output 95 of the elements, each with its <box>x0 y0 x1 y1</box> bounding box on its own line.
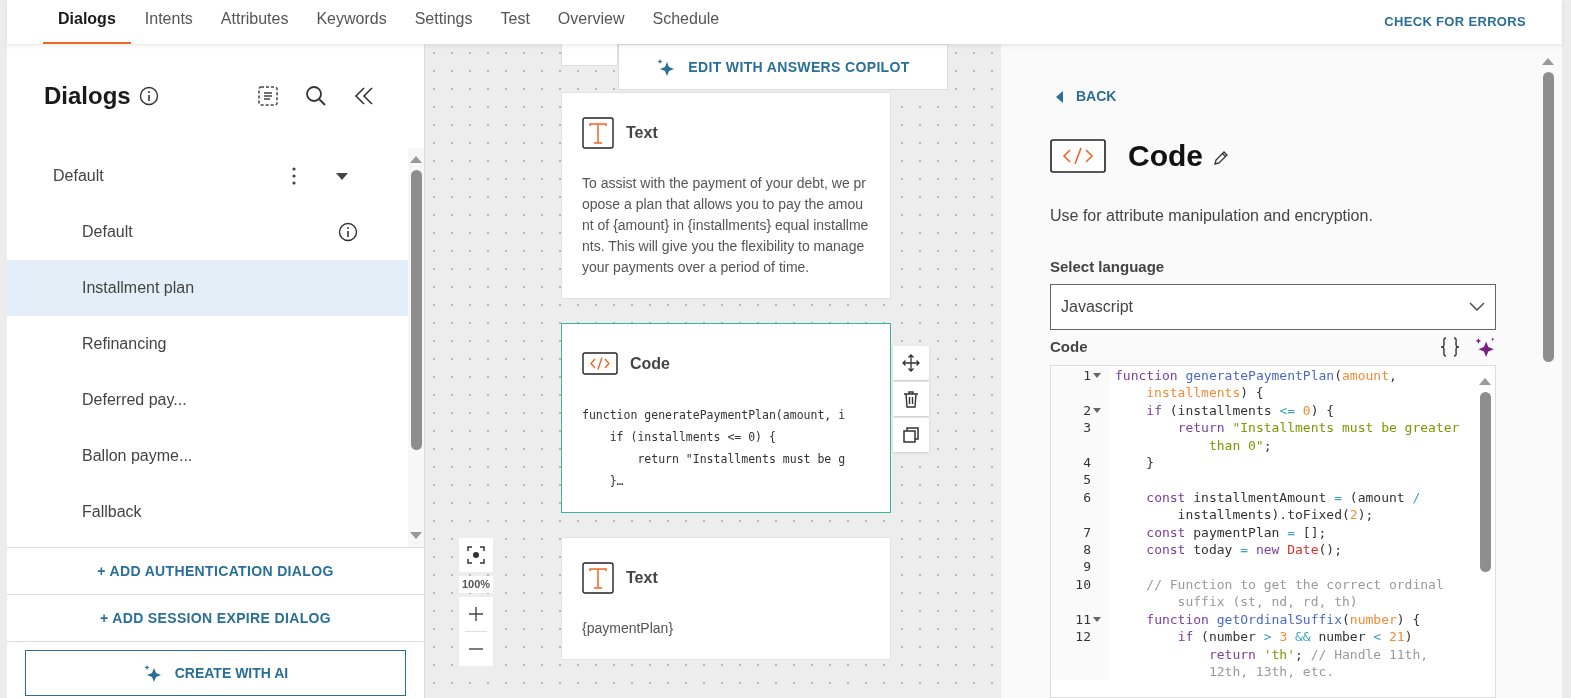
check-errors-button[interactable]: CHECK FOR ERRORS <box>1384 12 1526 32</box>
caret-icon[interactable] <box>336 172 348 180</box>
fold-icon[interactable] <box>1093 373 1101 379</box>
node-title: Text <box>626 123 658 143</box>
dialog-item[interactable]: Installment plan <box>7 260 408 316</box>
info-icon[interactable] <box>338 222 358 242</box>
line-number: 7 <box>1083 523 1091 542</box>
dialog-item[interactable]: Fallback <box>7 484 408 540</box>
field-label: Select language <box>1050 257 1166 277</box>
nav-tab[interactable]: Overview <box>543 5 639 44</box>
line-number: 1 <box>1083 367 1091 385</box>
move-icon[interactable] <box>893 346 929 380</box>
scroll-up-icon[interactable] <box>1478 376 1492 386</box>
dialog-item[interactable]: Deferred pay... <box>7 372 408 428</box>
line-number: 4 <box>1083 454 1091 472</box>
nav-tab[interactable]: Attributes <box>206 5 303 44</box>
dialog-label: Installment plan <box>82 278 196 298</box>
line-number: 3 <box>1083 419 1091 437</box>
node-card[interactable]: Code function generatePaymentPlan(amount, i if (installments <= 0) { return "Installments must be g }… <box>561 323 891 513</box>
node-title: Code <box>630 354 670 374</box>
dialog-label: Deferred pay... <box>82 390 188 410</box>
node-text: {paymentPlan} <box>582 619 675 638</box>
dialog-item[interactable]: Default <box>7 204 408 260</box>
info-icon[interactable] <box>138 86 159 106</box>
code-line: const today = new Date(); <box>1145 541 1343 559</box>
scroll-up-icon[interactable] <box>409 154 423 164</box>
trash-icon[interactable] <box>893 382 929 416</box>
language-dropdown[interactable]: Javascript <box>1050 283 1496 330</box>
node-card[interactable] <box>561 44 618 66</box>
fit-view-icon[interactable] <box>459 538 493 572</box>
node-title: Text <box>626 568 658 588</box>
dialog-label: Refinancing <box>82 334 168 354</box>
scrollbar-thumb[interactable] <box>410 170 422 450</box>
nav-tab[interactable]: Settings <box>400 5 487 44</box>
code-icon <box>1050 138 1106 173</box>
code-line: } <box>1145 454 1156 472</box>
fold-icon[interactable] <box>1093 616 1101 622</box>
add-dialog-button[interactable]: + ADD SESSION EXPIRE DIALOG <box>7 595 424 642</box>
panel-title: Code <box>1128 138 1203 174</box>
code-line: function generatePaymentPlan(amount, installments) { <box>1114 367 1398 402</box>
dialog-label: Default <box>82 222 134 242</box>
search-icon[interactable] <box>304 84 328 108</box>
list-icon[interactable] <box>256 84 280 108</box>
dialog-item[interactable]: Ballon payme... <box>7 428 408 484</box>
line-number: 10 <box>1075 575 1091 594</box>
line-number: 11 <box>1075 610 1091 629</box>
chevron-down-icon <box>1469 301 1485 312</box>
scrollbar-thumb[interactable] <box>1479 392 1491 572</box>
code-line: const installmentAmount = (amount / installments).toFixed(2); <box>1145 488 1422 524</box>
line-number: 5 <box>1083 471 1091 489</box>
code-line: if (installments <= 0) { <box>1145 401 1336 420</box>
dialog-label: Ballon payme... <box>82 446 194 466</box>
braces-icon[interactable] <box>1440 335 1460 358</box>
caret-icon <box>1056 90 1064 103</box>
nav-tab[interactable]: Keywords <box>302 5 401 44</box>
node-text: To assist with the payment of your debt, we propose a plan that allows you to pay the amount of {amount} in {installments} equal installments. This will give you the flexibility to manage your payments over a period of time. <box>582 174 870 277</box>
more-icon[interactable] <box>292 167 296 185</box>
code-line: return "Installments must be greater than 0"; <box>1176 419 1461 455</box>
node-card[interactable] <box>561 92 891 299</box>
zoom-level: 100% <box>459 576 493 593</box>
text-icon <box>582 562 614 594</box>
sidebar-title: Dialogs <box>44 81 131 111</box>
code-editor[interactable] <box>1050 365 1496 698</box>
code-line: if (number > 3 && number < 21) return 'th'; // Handle 11th, 12th, 13th, etc. <box>1176 628 1430 681</box>
dialog-label: Fallback <box>82 502 143 522</box>
code-line: // Function to get the correct ordinal suffix (st, nd, rd, th) <box>1145 575 1445 611</box>
scrollbar-thumb[interactable] <box>1542 72 1554 362</box>
text-icon <box>582 117 614 149</box>
nav-tab[interactable]: Test <box>486 5 544 44</box>
field-label: Code <box>1050 336 1088 357</box>
group-label[interactable]: Default <box>53 164 292 188</box>
line-number: 6 <box>1083 488 1091 507</box>
node-card[interactable]: Text {paymentPlan} <box>561 537 891 660</box>
code-preview: function generatePaymentPlan(amount, i if (installments <= 0) { return "Installments must be g }… <box>582 407 847 490</box>
fold-icon[interactable] <box>1093 408 1101 413</box>
line-number: 9 <box>1083 558 1091 576</box>
scroll-down-icon[interactable] <box>409 531 423 541</box>
pencil-icon[interactable] <box>1213 149 1229 166</box>
sparkle-icon[interactable] <box>1474 335 1496 358</box>
add-dialog-button[interactable]: + ADD AUTHENTICATION DIALOG <box>7 548 424 595</box>
code-line: const paymentPlan = []; <box>1145 523 1328 542</box>
code-line: function getOrdinalSuffix(number) { <box>1145 610 1422 629</box>
dialog-item[interactable]: Refinancing <box>7 316 408 372</box>
scroll-up-icon[interactable] <box>1541 56 1555 66</box>
nav-tab[interactable]: Schedule <box>638 5 734 44</box>
copy-icon[interactable] <box>893 418 929 452</box>
back-button[interactable]: BACK <box>1056 86 1117 107</box>
line-number: 12 <box>1075 628 1091 646</box>
copilot-button[interactable]: EDIT WITH ANSWERS COPILOT <box>618 44 948 90</box>
create-with-ai-button[interactable]: CREATE WITH AI <box>25 650 406 696</box>
description: Use for attribute manipulation and encryption. <box>1050 206 1374 226</box>
nav-tab[interactable]: Intents <box>130 5 207 44</box>
sparkle-icon <box>142 663 163 683</box>
line-number: 2 <box>1083 401 1091 420</box>
line-number: 8 <box>1083 541 1091 559</box>
